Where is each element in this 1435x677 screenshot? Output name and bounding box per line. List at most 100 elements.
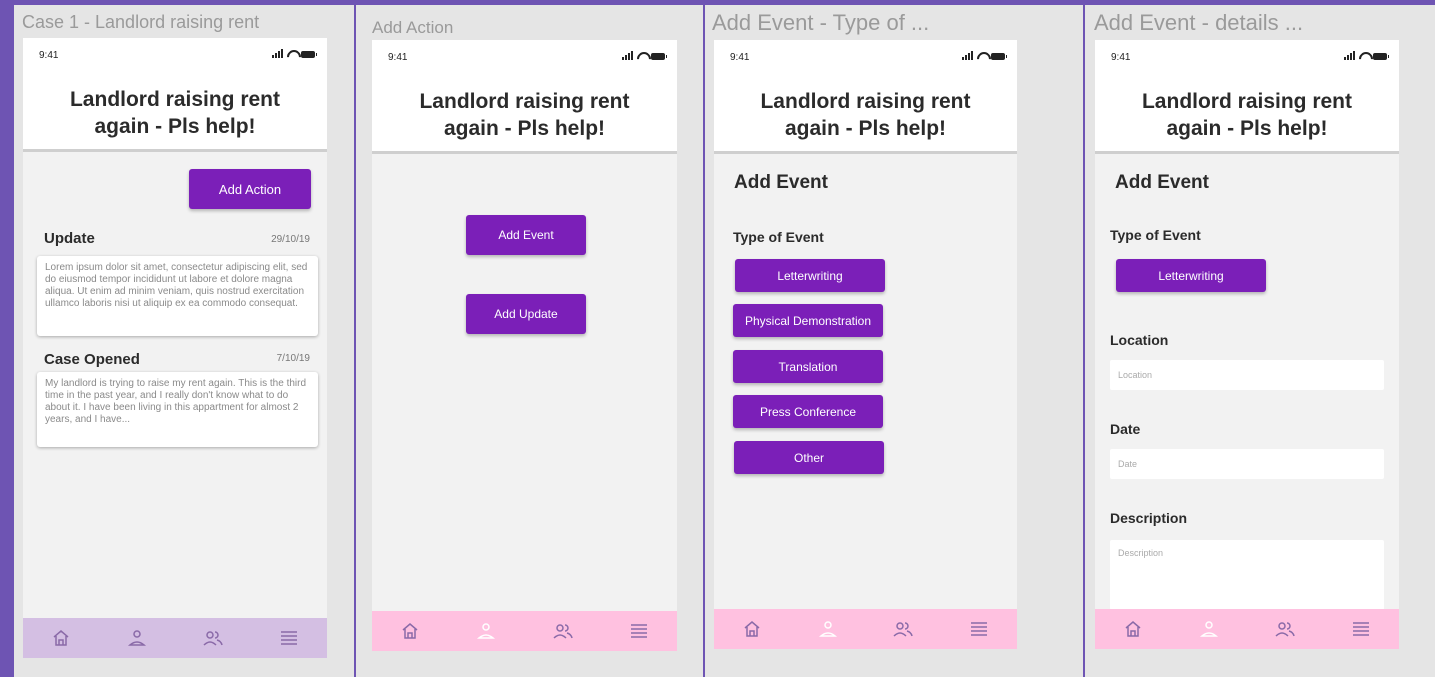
type-of-event-label: Type of Event xyxy=(1110,227,1201,243)
status-icons xyxy=(1344,51,1389,60)
tab-bar xyxy=(372,611,677,651)
battery-icon xyxy=(301,51,317,58)
status-time: 9:41 xyxy=(730,52,750,63)
tab-menu[interactable] xyxy=(1349,617,1373,641)
case-title-line: Landlord raising rent xyxy=(419,90,630,113)
description-textarea[interactable] xyxy=(1110,540,1384,610)
selected-event-type-button[interactable]: Letterwriting xyxy=(1116,259,1266,292)
signal-icon xyxy=(272,49,283,58)
event-type-translation[interactable]: Translation xyxy=(733,350,883,383)
entry-card[interactable]: Lorem ipsum dolor sit amet, consectetur … xyxy=(37,256,318,336)
menu-icon xyxy=(971,622,988,636)
add-update-button[interactable]: Add Update xyxy=(466,294,586,334)
event-type-other[interactable]: Other xyxy=(734,441,884,474)
event-type-press-conference[interactable]: Press Conference xyxy=(733,395,883,428)
menu-icon xyxy=(630,624,647,638)
wifi-icon xyxy=(287,50,297,58)
case-header: 9:41 Landlord raising rent again - Pls h… xyxy=(23,38,327,152)
signal-icon xyxy=(622,51,633,60)
profile-icon xyxy=(818,621,837,637)
tab-people[interactable] xyxy=(1273,617,1297,641)
entry-card[interactable]: My landlord is trying to raise my rent a… xyxy=(37,372,318,447)
location-input[interactable] xyxy=(1110,360,1384,390)
wifi-icon xyxy=(1359,52,1369,60)
tab-home[interactable] xyxy=(1121,617,1145,641)
phone-screen-case: 9:41 Landlord raising rent again - Pls h… xyxy=(23,38,327,658)
home-icon xyxy=(1125,621,1141,637)
tab-profile[interactable] xyxy=(1197,617,1221,641)
case-title: Landlord raising rent again - Pls help! xyxy=(372,88,677,142)
frame-title: Add Action xyxy=(372,18,454,37)
case-header: 9:41 Landlord raising rent again - Pls h… xyxy=(372,40,677,154)
signal-icon xyxy=(1344,51,1355,60)
case-title-line: Landlord raising rent xyxy=(69,88,281,111)
date-input[interactable] xyxy=(1110,449,1384,479)
entry-title: Case Opened xyxy=(44,351,140,368)
event-type-physical-demonstration[interactable]: Physical Demonstration xyxy=(733,304,883,337)
event-type-letterwriting[interactable]: Letterwriting xyxy=(735,259,885,292)
phone-screen-event-details: 9:41 Landlord raising rent again - Pls h… xyxy=(1095,40,1399,649)
people-icon xyxy=(1275,622,1295,637)
tab-profile[interactable] xyxy=(125,626,149,650)
phone-screen-add-action: 9:41 Landlord raising rent again - Pls h… xyxy=(372,40,677,651)
tab-people[interactable] xyxy=(551,619,575,643)
tab-home[interactable] xyxy=(49,626,73,650)
tab-people[interactable] xyxy=(891,617,915,641)
case-title: Landlord raising rent again - Pls help! xyxy=(23,86,327,140)
case-title-line: Landlord raising rent xyxy=(760,90,971,113)
people-icon xyxy=(893,622,914,637)
battery-icon xyxy=(1373,53,1389,60)
case-title-line: again - Pls help! xyxy=(1166,117,1328,140)
status-time: 9:41 xyxy=(388,52,408,63)
status-icons xyxy=(962,51,1007,60)
location-label: Location xyxy=(1110,332,1169,348)
profile-icon xyxy=(127,630,147,646)
entry-date: 7/10/19 xyxy=(276,353,310,364)
tab-profile[interactable] xyxy=(474,619,498,643)
type-of-event-label: Type of Event xyxy=(733,229,824,245)
entry-title: Update xyxy=(44,230,95,247)
description-label: Description xyxy=(1110,510,1188,526)
menu-icon xyxy=(281,631,297,645)
tab-menu[interactable] xyxy=(627,619,651,643)
profile-icon xyxy=(477,623,496,639)
status-icons xyxy=(622,51,667,60)
tab-home[interactable] xyxy=(398,619,422,643)
case-title-line: again - Pls help! xyxy=(443,117,606,140)
screen-heading: Add Event xyxy=(734,172,828,193)
case-title: Landlord raising rent again - Pls help! xyxy=(1095,88,1399,142)
menu-icon xyxy=(1353,622,1369,636)
tab-bar xyxy=(1095,609,1399,649)
home-icon xyxy=(744,621,760,637)
battery-icon xyxy=(651,53,667,60)
people-icon xyxy=(203,631,223,646)
add-event-button[interactable]: Add Event xyxy=(466,215,586,255)
tab-home[interactable] xyxy=(740,617,764,641)
battery-icon xyxy=(991,53,1007,60)
home-icon xyxy=(53,630,69,646)
case-title: Landlord raising rent again - Pls help! xyxy=(714,88,1017,142)
case-title-line: again - Pls help! xyxy=(94,115,256,138)
add-action-button[interactable]: Add Action xyxy=(189,169,311,209)
case-header: 9:41 Landlord raising rent again - Pls h… xyxy=(1095,40,1399,154)
profile-icon xyxy=(1199,621,1219,637)
tab-bar xyxy=(714,609,1017,649)
tab-menu[interactable] xyxy=(967,617,991,641)
status-time: 9:41 xyxy=(39,50,59,61)
case-title-line: again - Pls help! xyxy=(784,117,947,140)
phone-screen-event-type: 9:41 Landlord raising rent again - Pls h… xyxy=(714,40,1017,649)
entry-date: 29/10/19 xyxy=(271,234,310,245)
status-time: 9:41 xyxy=(1111,52,1131,63)
tab-bar xyxy=(23,618,327,658)
case-title-line: Landlord raising rent xyxy=(1141,90,1353,113)
case-header: 9:41 Landlord raising rent again - Pls h… xyxy=(714,40,1017,154)
frame-title: Add Event - details ... xyxy=(1094,10,1304,35)
wifi-icon xyxy=(977,52,987,60)
tab-profile[interactable] xyxy=(816,617,840,641)
date-label: Date xyxy=(1110,421,1141,437)
signal-icon xyxy=(962,51,973,60)
people-icon xyxy=(553,624,573,639)
frame-title: Add Event - Type of ... xyxy=(712,10,930,35)
tab-people[interactable] xyxy=(201,626,225,650)
tab-menu[interactable] xyxy=(277,626,301,650)
